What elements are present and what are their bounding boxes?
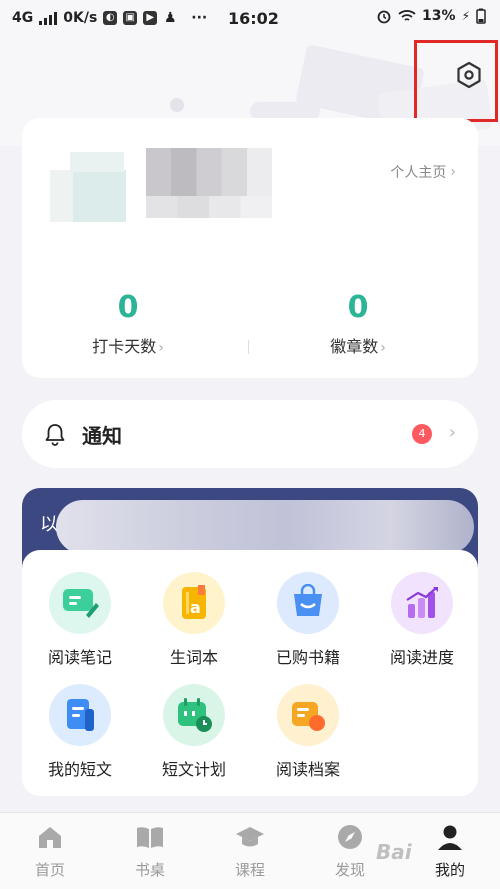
tools-panel: 阅读笔记 a 生词本 已购书籍 阅读进度 我的短文 短文计划 阅读档案 [22,550,478,796]
profile-card: 个人主页 › 0 打卡天数 › 0 徽章数 › [22,118,478,378]
settings-button[interactable] [452,58,486,92]
tool-vocabulary-book[interactable]: a 生词本 [144,572,244,668]
tool-my-essays[interactable]: 我的短文 [30,684,130,780]
nav-label: 我的 [434,861,465,879]
app-icon: ▣ [123,11,138,25]
nav-home[interactable]: 首页 [10,823,90,880]
signal-icon [39,11,58,25]
checkin-days-value: 0 [117,290,139,325]
nav-mine[interactable]: 我的 [410,823,490,880]
tool-reading-archive[interactable]: 阅读档案 [258,684,358,780]
watermark: Bai [376,840,412,864]
bottom-nav: 首页 书桌 课程 发现 我的 [0,812,500,889]
notification-badge: 4 [412,424,432,444]
badges-stat[interactable]: 0 徽章数 › [278,290,438,357]
user-icon [410,823,490,851]
network-type: 4G [12,10,34,26]
chevron-right-icon: › [450,164,456,180]
more-notifications: ··· [191,10,208,26]
profile-page-label: 个人主页 [390,165,447,181]
svg-text:a: a [190,598,201,617]
tool-label: 短文计划 [161,760,226,779]
network-speed: 0K/s [63,10,98,26]
badges-value: 0 [347,290,369,325]
nav-courses[interactable]: 课程 [210,823,290,880]
graduation-cap-icon [210,823,290,851]
my-essays-icon [49,684,111,746]
battery-icon [476,8,486,24]
tool-purchased-books[interactable]: 已购书籍 [258,572,358,668]
notification-label: 通知 [82,423,122,448]
chevron-right-icon: › [380,340,386,356]
settings-hexagon-icon [457,61,481,89]
reading-progress-icon [391,572,453,634]
reading-archive-icon [277,684,339,746]
nav-label: 书桌 [134,861,165,879]
chevron-right-icon: › [158,340,164,356]
charging-icon: ⚡ [461,9,470,23]
divider [248,340,249,354]
tool-label: 阅读笔记 [47,648,112,667]
battery-level: 13% [422,8,456,24]
nav-desk[interactable]: 书桌 [110,823,190,880]
essay-plan-icon [163,684,225,746]
alarm-icon [377,10,391,24]
tool-essay-plan[interactable]: 短文计划 [144,684,244,780]
badges-label: 徽章数 [330,337,379,356]
tool-label: 阅读档案 [275,760,340,779]
video-icon: ▶ [143,11,158,25]
nav-label: 首页 [34,861,65,879]
qq-icon: ♟ [164,10,177,26]
profile-page-link[interactable]: 个人主页 › [390,162,456,182]
reading-notes-icon [49,572,111,634]
book-icon [110,823,190,851]
purchased-books-icon [277,572,339,634]
chevron-right-icon: › [448,422,456,443]
checkin-days-stat[interactable]: 0 打卡天数 › [48,290,208,357]
clock: 16:02 [228,9,279,28]
wifi-icon [398,10,416,21]
tool-label: 我的短文 [47,760,112,779]
bell-icon [45,424,65,446]
avatar[interactable] [50,152,126,222]
checkin-days-label: 打卡天数 [92,337,157,356]
status-bar: 4G 0K/s ◐ ▣ ▶ ♟ ··· 16:02 13% ⚡ [0,0,500,36]
username [146,148,272,218]
vocabulary-book-icon: a [163,572,225,634]
banner-blurred-content [56,500,474,554]
notification-row[interactable]: 通知 4 › [22,400,478,468]
tool-reading-notes[interactable]: 阅读笔记 [30,572,130,668]
tool-label: 已购书籍 [275,648,340,667]
home-icon [10,823,90,851]
tool-reading-progress[interactable]: 阅读进度 [372,572,472,668]
nav-label: 课程 [234,861,265,879]
wechat-icon: ◐ [103,11,118,25]
tool-label: 生词本 [169,648,218,667]
tool-label: 阅读进度 [389,648,454,667]
